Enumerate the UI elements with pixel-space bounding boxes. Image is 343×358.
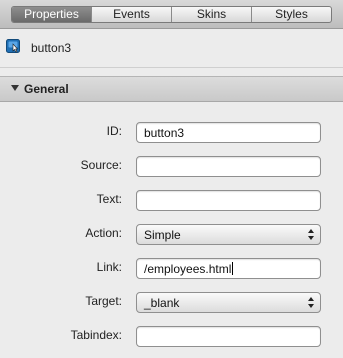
- header-divider: [0, 67, 343, 68]
- link-field[interactable]: /employees.html: [136, 258, 321, 279]
- row-link: Link: /employees.html: [0, 258, 343, 280]
- tab-bar: Properties Events Skins Styles: [11, 6, 332, 23]
- top-bar: Properties Events Skins Styles: [0, 0, 343, 29]
- tab-styles[interactable]: Styles: [251, 7, 331, 22]
- properties-form: ID: button3 Source: Text: Action: Simple…: [0, 102, 343, 358]
- component-name: button3: [31, 41, 72, 55]
- select-arrows-icon: [308, 228, 315, 241]
- source-field[interactable]: [136, 156, 321, 177]
- text-field[interactable]: [136, 190, 321, 211]
- button-component-icon: [6, 39, 20, 53]
- action-select-value: Simple: [144, 228, 181, 242]
- tabindex-label: Tabindex:: [70, 328, 122, 342]
- tabindex-field[interactable]: [136, 326, 321, 347]
- action-select[interactable]: Simple: [136, 224, 321, 245]
- target-select[interactable]: _blank: [136, 292, 321, 313]
- source-label: Source:: [80, 158, 122, 172]
- row-target: Target: _blank: [0, 292, 343, 314]
- section-title: General: [24, 82, 69, 96]
- section-general[interactable]: General: [0, 76, 343, 102]
- target-label: Target:: [85, 294, 122, 308]
- link-label: Link:: [96, 260, 122, 274]
- id-label: ID:: [106, 124, 122, 138]
- row-id: ID: button3: [0, 122, 343, 144]
- row-source: Source:: [0, 156, 343, 178]
- action-label: Action:: [85, 226, 122, 240]
- tab-events[interactable]: Events: [91, 7, 171, 22]
- text-label: Text:: [96, 192, 122, 206]
- link-field-value: /employees.html: [144, 262, 232, 276]
- tab-properties[interactable]: Properties: [12, 7, 91, 22]
- row-tabindex: Tabindex:: [0, 326, 343, 348]
- row-text: Text:: [0, 190, 343, 212]
- target-select-value: _blank: [144, 296, 180, 310]
- select-arrows-icon: [308, 296, 315, 309]
- text-cursor: [232, 262, 234, 275]
- tab-skins[interactable]: Skins: [171, 7, 251, 22]
- row-action: Action: Simple: [0, 224, 343, 246]
- id-field[interactable]: button3: [136, 122, 321, 143]
- caret-down-icon[interactable]: [11, 85, 19, 91]
- component-header: button3: [0, 29, 343, 67]
